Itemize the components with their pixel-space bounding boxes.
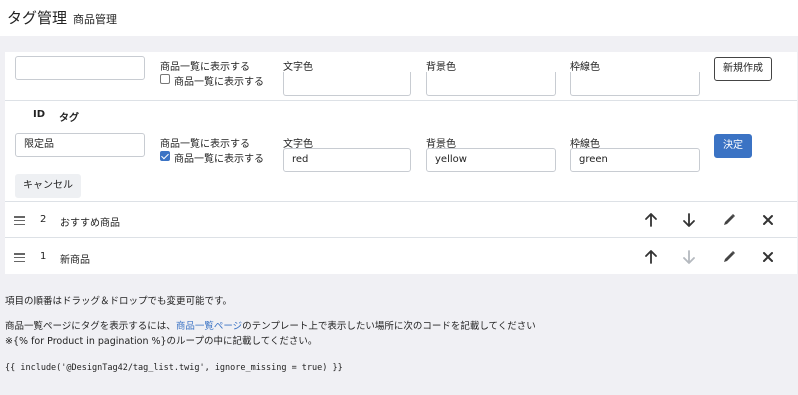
include-code-snippet: {{ include('@DesignTag42/tag_list.twig',…	[5, 363, 343, 373]
new-show-label: 商品一覧に表示する	[160, 62, 250, 73]
drag-handle-icon[interactable]	[14, 216, 25, 226]
usage-instruction-pre: 商品一覧ページにタグを表示するには、	[5, 321, 176, 332]
tag-id: 2	[40, 214, 47, 225]
loop-note: ※{% for Product in pagination %}のループの中に記…	[5, 336, 318, 347]
tag-panel: 商品一覧に表示する 商品一覧に表示する 文字色 背景色 枠線色 新規作成 ID …	[5, 52, 797, 274]
new-tag-name-input[interactable]	[15, 56, 145, 80]
new-border-color-input[interactable]	[570, 72, 700, 96]
delete-icon[interactable]	[760, 212, 776, 228]
page-title: タグ管理	[7, 9, 68, 27]
edit-show-label: 商品一覧に表示する	[160, 139, 250, 150]
new-bg-color-label: 背景色	[426, 62, 456, 73]
column-header-tag: タグ	[59, 113, 79, 124]
move-up-icon[interactable]	[643, 212, 659, 228]
new-text-color-input[interactable]	[283, 72, 411, 96]
move-down-icon	[683, 250, 695, 264]
create-button[interactable]: 新規作成	[714, 57, 772, 81]
edit-pencil-icon[interactable]	[721, 212, 737, 228]
reorder-note: 項目の順番はドラッグ＆ドロップでも変更可能です。	[5, 296, 233, 307]
drag-handle-icon[interactable]	[14, 253, 25, 263]
new-show-checkbox-label: 商品一覧に表示する	[174, 77, 264, 88]
new-text-color-label: 文字色	[283, 62, 313, 73]
table-row[interactable]: 2 おすすめ商品	[5, 202, 797, 238]
column-header-id: ID	[33, 109, 46, 120]
new-border-color-label: 枠線色	[570, 62, 600, 73]
edit-bg-color-input[interactable]: yellow	[426, 148, 556, 172]
tag-id: 1	[40, 251, 47, 262]
page-header: タグ管理 商品管理	[0, 0, 798, 36]
cancel-button[interactable]: キャンセル	[15, 174, 81, 198]
move-down-icon[interactable]	[681, 212, 697, 228]
edit-tag-row: ID タグ 限定品 商品一覧に表示する 商品一覧に表示する 文字色 red 背景…	[5, 101, 797, 202]
edit-border-color-input[interactable]: green	[570, 148, 700, 172]
new-show-checkbox[interactable]	[160, 74, 170, 84]
delete-icon[interactable]	[760, 249, 776, 265]
edit-text-color-input[interactable]: red	[283, 148, 411, 172]
usage-instruction: 商品一覧ページにタグを表示するには、商品一覧ページのテンプレート上で表示したい場…	[5, 318, 536, 332]
product-list-page-link[interactable]: 商品一覧ページ	[176, 321, 242, 332]
edit-pencil-icon[interactable]	[721, 249, 737, 265]
page-subtitle: 商品管理	[73, 13, 117, 26]
usage-instruction-post: のテンプレート上で表示したい場所に次のコードを記載してください	[242, 321, 536, 332]
tag-name: おすすめ商品	[60, 218, 120, 229]
edit-show-checkbox-label: 商品一覧に表示する	[174, 154, 264, 165]
move-up-icon[interactable]	[643, 249, 659, 265]
edit-tag-name-input[interactable]: 限定品	[15, 133, 145, 157]
tag-name: 新商品	[60, 255, 90, 266]
edit-show-checkbox[interactable]	[160, 151, 170, 161]
decide-button[interactable]: 決定	[714, 134, 752, 158]
new-tag-row: 商品一覧に表示する 商品一覧に表示する 文字色 背景色 枠線色 新規作成	[5, 52, 797, 101]
new-bg-color-input[interactable]	[426, 72, 556, 96]
table-row[interactable]: 1 新商品	[5, 239, 797, 275]
